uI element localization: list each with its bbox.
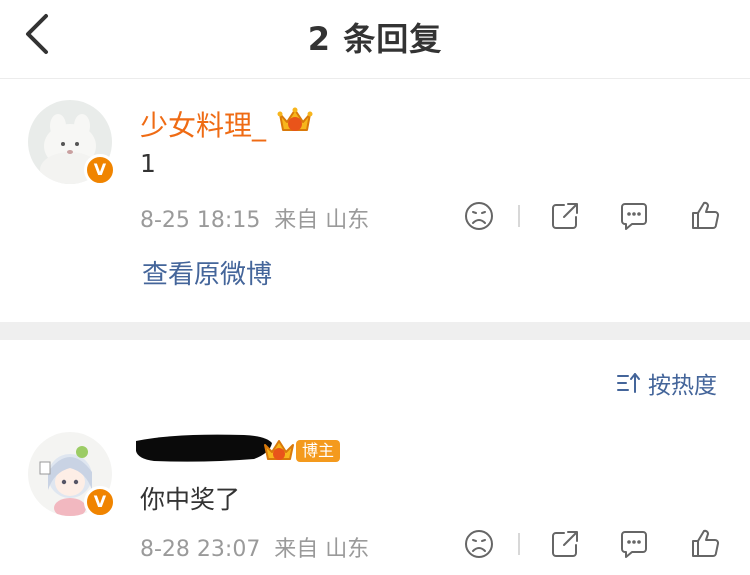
dislike-button[interactable] xyxy=(462,527,496,561)
view-original-post-link[interactable]: 查看原微博 xyxy=(142,254,272,291)
share-icon xyxy=(552,203,578,229)
sort-icon xyxy=(617,373,640,393)
share-button[interactable] xyxy=(548,199,582,233)
dislike-button[interactable] xyxy=(462,199,496,233)
crown-icon xyxy=(264,440,294,460)
redacted-username xyxy=(136,434,272,462)
thumbs-up-icon xyxy=(692,529,719,557)
like-button[interactable] xyxy=(688,199,722,233)
comment-button[interactable] xyxy=(617,199,651,233)
reply-meta: 8-28 23:07 来自 山东 xyxy=(140,537,370,562)
frown-face-icon xyxy=(465,202,493,230)
root-comment-meta: 8-25 18:15 来自 山东 xyxy=(140,208,370,233)
share-button[interactable] xyxy=(548,527,582,561)
root-comment-text: 1 xyxy=(140,149,156,178)
blogger-badge: 博主 xyxy=(296,440,341,462)
comment-bubble-icon xyxy=(621,531,647,558)
thumbs-up-icon xyxy=(692,201,719,229)
root-commenter-username[interactable]: 少女料理_ xyxy=(140,104,266,144)
share-icon xyxy=(552,531,578,557)
sort-by-heat-button[interactable]: 按热度 xyxy=(616,367,717,399)
comment-button[interactable] xyxy=(617,527,651,561)
action-separator xyxy=(518,533,520,555)
action-separator xyxy=(518,205,520,227)
reply-author-avatar[interactable]: V xyxy=(28,432,116,518)
verified-badge: V xyxy=(84,486,116,518)
frown-face-icon xyxy=(465,530,493,558)
sort-label: 按热度 xyxy=(648,373,717,399)
root-commenter-avatar[interactable]: V xyxy=(28,100,116,186)
top-bar: 2 条回复 xyxy=(0,0,750,79)
comment-bubble-icon xyxy=(621,203,647,230)
crown-icon xyxy=(277,107,313,131)
verified-badge: V xyxy=(84,154,116,186)
page-title: 2 条回复 xyxy=(307,20,443,58)
reply-text: 你中奖了 xyxy=(140,485,241,514)
section-divider xyxy=(0,322,750,340)
like-button[interactable] xyxy=(688,527,722,561)
